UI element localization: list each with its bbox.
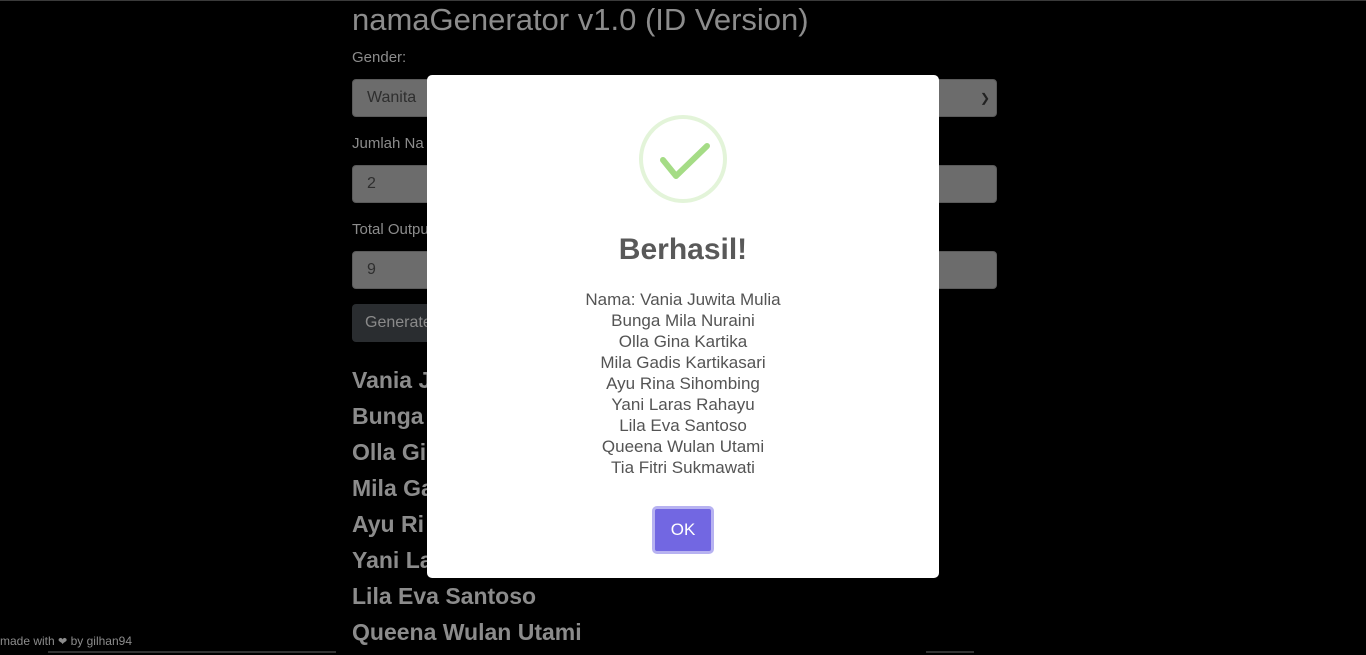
- dialog-line: Tia Fitri Sukmawati: [611, 458, 755, 477]
- dialog-line: Olla Gina Kartika: [618, 332, 748, 351]
- dialog-line: Lila Eva Santoso: [619, 416, 747, 435]
- dialog-line: Nama: Vania Juwita Mulia: [585, 290, 781, 309]
- ok-button[interactable]: OK: [652, 506, 714, 554]
- checkmark-icon: [639, 115, 727, 203]
- success-dialog: Berhasil! Nama: Vania Juwita Mulia Bunga…: [427, 75, 939, 578]
- dialog-line: Mila Gadis Kartikasari: [600, 353, 766, 372]
- dialog-line: Queena Wulan Utami: [601, 437, 765, 456]
- dialog-line: Bunga Mila Nuraini: [611, 311, 755, 330]
- dialog-line: Ayu Rina Sihombing: [606, 374, 760, 393]
- dialog-title: Berhasil!: [618, 233, 748, 266]
- dialog-content: Nama: Vania Juwita Mulia Bunga Mila Nura…: [427, 289, 939, 478]
- dialog-line: Yani Laras Rahayu: [611, 395, 755, 414]
